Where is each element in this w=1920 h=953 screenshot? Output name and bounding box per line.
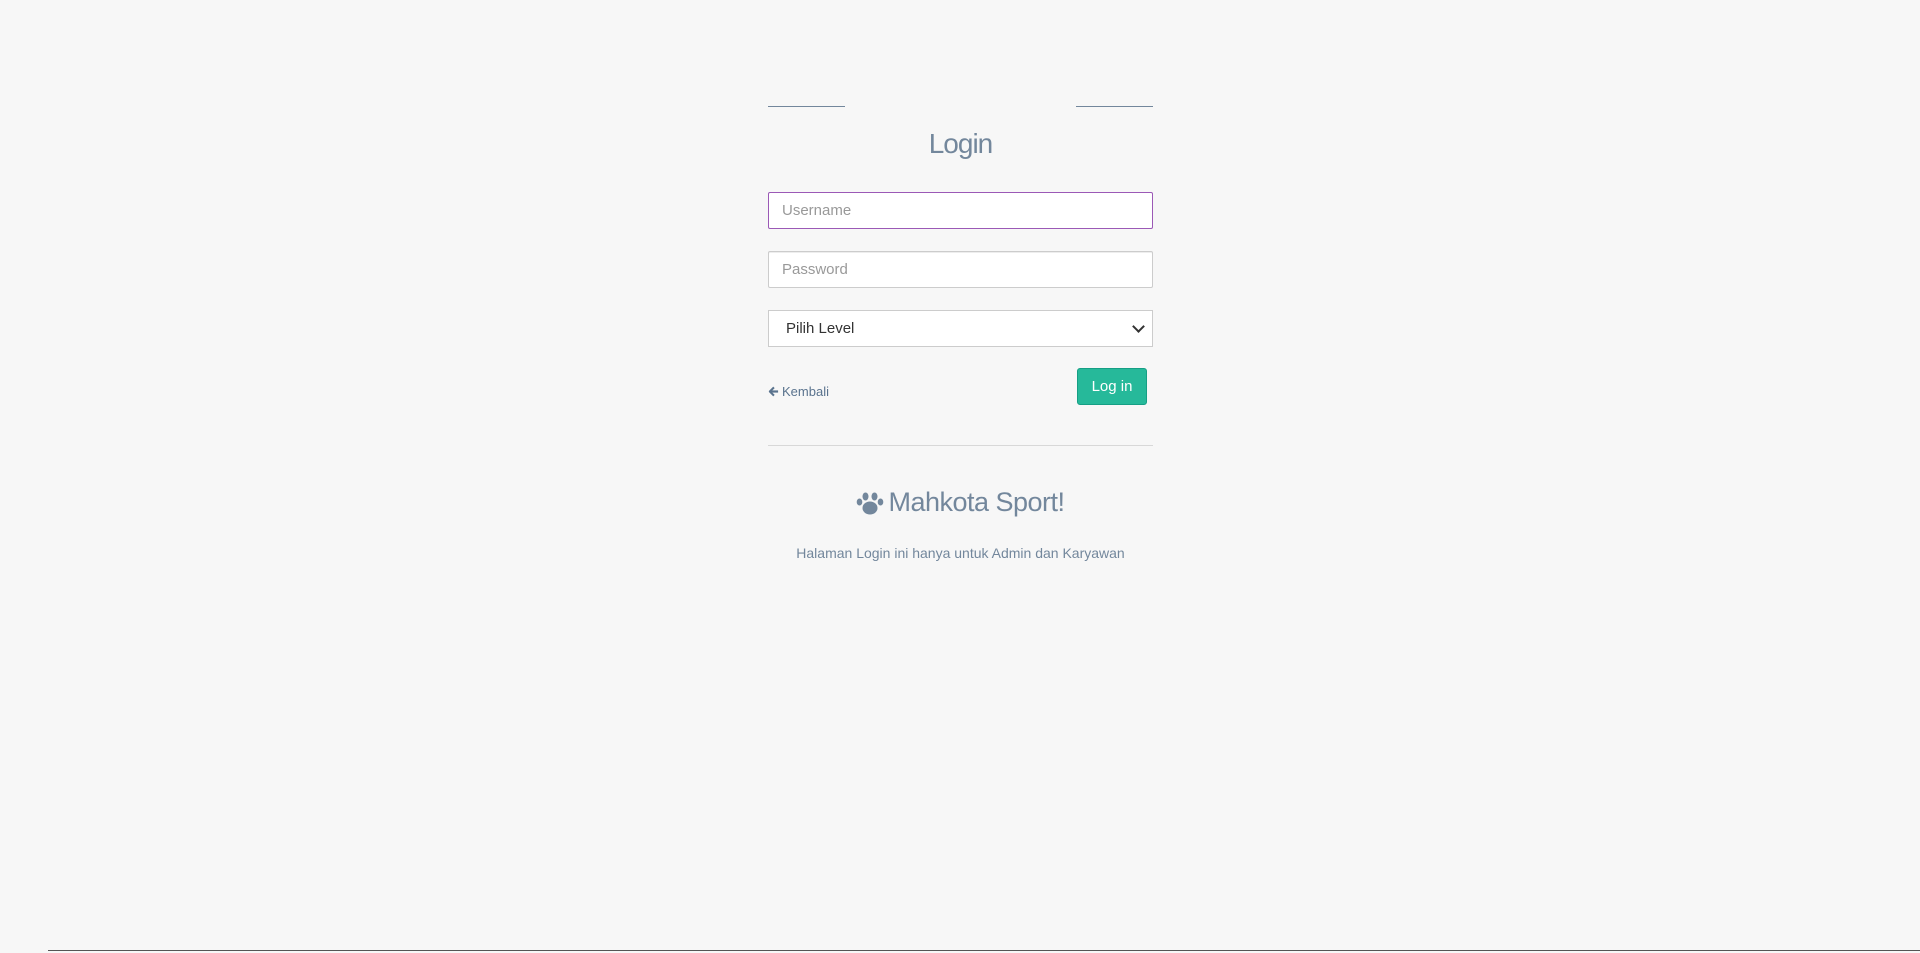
login-heading: Login (768, 104, 1153, 162)
brand: Mahkota Sport! (768, 487, 1153, 518)
brand-name: Mahkota Sport! (888, 487, 1065, 517)
heading-line-right (1076, 106, 1153, 107)
heading-line-left (768, 106, 845, 107)
level-select-value: Pilih Level (786, 320, 855, 337)
level-select-box[interactable]: Pilih Level (768, 310, 1153, 347)
level-select[interactable]: Pilih Level (768, 310, 1153, 347)
arrow-left-icon (768, 386, 779, 397)
password-input[interactable] (768, 251, 1153, 288)
back-link[interactable]: Kembali (768, 384, 829, 399)
username-input[interactable] (768, 192, 1153, 229)
chevron-down-icon (1132, 319, 1145, 333)
form-actions: Kembali Log in (768, 368, 1153, 406)
divider (768, 445, 1153, 446)
login-button[interactable]: Log in (1077, 368, 1147, 405)
login-panel: Login Pilih Level Kembali Log in (768, 104, 1153, 561)
login-page: Login Pilih Level Kembali Log in (0, 0, 1920, 953)
back-link-label: Kembali (782, 384, 829, 399)
page-title: Login (928, 128, 994, 159)
paw-icon (856, 490, 884, 516)
login-note: Halaman Login ini hanya untuk Admin dan … (796, 545, 1125, 561)
